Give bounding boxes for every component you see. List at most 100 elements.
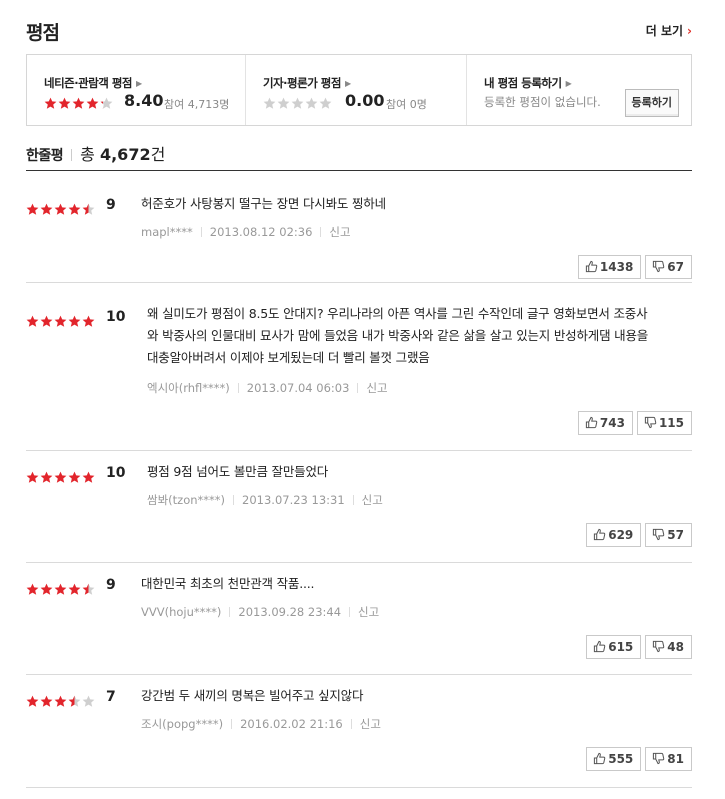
star-icon xyxy=(58,97,71,110)
more-label: 더 보기 xyxy=(645,24,684,38)
netizen-stars xyxy=(44,93,114,111)
review-stars xyxy=(26,467,96,486)
star-icon xyxy=(82,315,95,328)
divider xyxy=(229,607,231,617)
register-rating-button[interactable]: 등록하기 xyxy=(624,89,679,117)
like-button[interactable]: 743 xyxy=(577,411,633,435)
total-unit: 건 xyxy=(150,145,166,164)
review-score: 9 xyxy=(106,577,116,593)
dislike-button[interactable]: 81 xyxy=(645,747,692,771)
divider xyxy=(71,149,73,161)
divider xyxy=(349,607,351,617)
vote-buttons: 743 115 xyxy=(574,411,692,435)
thumbs-up-icon xyxy=(594,528,606,541)
divider xyxy=(350,719,352,729)
star-icon xyxy=(26,471,39,484)
like-count: 743 xyxy=(599,416,625,430)
star-icon xyxy=(26,583,39,596)
critic-stars xyxy=(263,93,333,111)
report-link[interactable]: 신고 xyxy=(358,605,379,619)
netizen-rating: 네티즌·관람객 평점 ▶ 8.40 참여 4,713명 xyxy=(27,55,246,125)
review-text: 강간범 두 새끼의 명복은 빌어주고 싶지않다 xyxy=(141,688,364,703)
vote-buttons: 555 81 xyxy=(582,747,692,771)
dislike-button[interactable]: 48 xyxy=(645,635,692,659)
star-icon xyxy=(68,695,81,708)
vote-buttons: 629 57 xyxy=(582,523,692,547)
review-user[interactable]: VVV(hoju****) xyxy=(141,605,221,619)
review-meta: VVV(hoju****) 2013.09.28 23:44 신고 xyxy=(141,604,379,620)
review-date: 2016.02.02 21:16 xyxy=(240,717,343,731)
review-text: 왜 실미도가 평점이 8.5도 안대지? 우리나라의 아픈 역사를 그린 수작인… xyxy=(147,306,649,365)
my-rating-link[interactable]: 내 평점 등록하기 ▶ xyxy=(484,75,572,91)
report-link[interactable]: 신고 xyxy=(362,493,383,507)
like-button[interactable]: 555 xyxy=(586,747,642,771)
netizen-count: 참여 4,713명 xyxy=(164,98,230,111)
review-meta: 쌈봐(tzon****) 2013.07.23 13:31 신고 xyxy=(147,492,383,508)
like-button[interactable]: 1438 xyxy=(577,255,642,279)
review-date: 2013.07.23 13:31 xyxy=(242,493,345,507)
divider xyxy=(237,383,239,393)
divider xyxy=(233,495,235,505)
dislike-button[interactable]: 115 xyxy=(636,411,692,435)
star-icon xyxy=(263,97,276,110)
dislike-count: 115 xyxy=(658,416,684,430)
chevron-right-icon: › xyxy=(687,24,692,38)
rating-header: 평점 더 보기 › xyxy=(26,16,692,44)
my-rating-empty: 등록한 평점이 없습니다. xyxy=(484,95,601,109)
rating-summary: 네티즌·관람객 평점 ▶ 8.40 참여 4,713명 기자·평론가 평점 ▶ 0.… xyxy=(26,54,692,126)
star-icon xyxy=(319,97,332,110)
report-link[interactable]: 신고 xyxy=(360,717,381,731)
star-icon xyxy=(82,471,95,484)
review-item: 7 강간범 두 새끼의 명복은 빌어주고 싶지않다 조시(popg****) 20… xyxy=(26,675,692,788)
vote-buttons: 1438 67 xyxy=(574,255,692,279)
netizen-rating-link[interactable]: 네티즌·관람객 평점 ▶ xyxy=(44,75,142,91)
review-text: 대한민국 최초의 천만관객 작품.... xyxy=(141,576,315,591)
like-button[interactable]: 615 xyxy=(586,635,642,659)
divider xyxy=(352,495,354,505)
report-link[interactable]: 신고 xyxy=(329,225,350,239)
dislike-button[interactable]: 67 xyxy=(645,255,692,279)
star-icon xyxy=(54,471,67,484)
critic-rating-title: 기자·평론가 평점 xyxy=(263,76,341,90)
review-text: 평점 9점 넘어도 볼만큼 잘만들었다 xyxy=(147,464,329,479)
total-label: 총 xyxy=(80,145,95,164)
vote-buttons: 615 48 xyxy=(582,635,692,659)
oneline-label: 한줄평 xyxy=(26,148,64,164)
review-score: 10 xyxy=(106,309,126,325)
dislike-count: 67 xyxy=(667,260,684,274)
review-user[interactable]: mapl**** xyxy=(141,225,193,239)
review-item: 9 대한민국 최초의 천만관객 작품.... VVV(hoju****) 2013… xyxy=(26,563,692,675)
like-button[interactable]: 629 xyxy=(586,523,642,547)
review-meta: 조시(popg****) 2016.02.02 21:16 신고 xyxy=(141,716,381,732)
star-icon xyxy=(26,315,39,328)
review-stars xyxy=(26,199,96,218)
star-icon xyxy=(277,97,290,110)
report-link[interactable]: 신고 xyxy=(366,381,387,395)
thumbs-up-icon xyxy=(585,416,598,429)
dislike-count: 81 xyxy=(667,752,684,766)
review-date: 2013.09.28 23:44 xyxy=(238,605,342,619)
review-stars xyxy=(26,579,96,598)
netizen-score: 8.40 xyxy=(124,91,164,110)
review-user[interactable]: 엑시아(rhfl****) xyxy=(147,381,230,395)
netizen-rating-title: 네티즌·관람객 평점 xyxy=(44,76,133,90)
review-text: 허준호가 사탕봉지 떨구는 장면 다시봐도 찡하네 xyxy=(141,196,386,211)
dislike-button[interactable]: 57 xyxy=(645,523,692,547)
triangle-right-icon: ▶ xyxy=(136,79,142,88)
like-count: 555 xyxy=(608,752,634,766)
review-score: 7 xyxy=(106,689,116,705)
star-icon xyxy=(82,695,95,708)
critic-count: 참여 0명 xyxy=(386,98,427,111)
critic-rating-link[interactable]: 기자·평론가 평점 ▶ xyxy=(263,75,351,91)
thumbs-down-icon xyxy=(644,416,657,429)
critic-rating: 기자·평론가 평점 ▶ 0.00 참여 0명 xyxy=(246,55,467,125)
review-user[interactable]: 쌈봐(tzon****) xyxy=(147,493,225,507)
star-icon xyxy=(291,97,304,110)
divider xyxy=(231,719,233,729)
review-user[interactable]: 조시(popg****) xyxy=(141,717,223,731)
more-link[interactable]: 더 보기 › xyxy=(646,22,692,39)
star-icon xyxy=(54,315,67,328)
review-item: 9 허준호가 사탕봉지 떨구는 장면 다시봐도 찡하네 mapl**** 2013… xyxy=(26,171,692,283)
star-icon xyxy=(40,471,53,484)
my-rating: 내 평점 등록하기 ▶ 등록한 평점이 없습니다. 등록하기 xyxy=(467,55,691,125)
